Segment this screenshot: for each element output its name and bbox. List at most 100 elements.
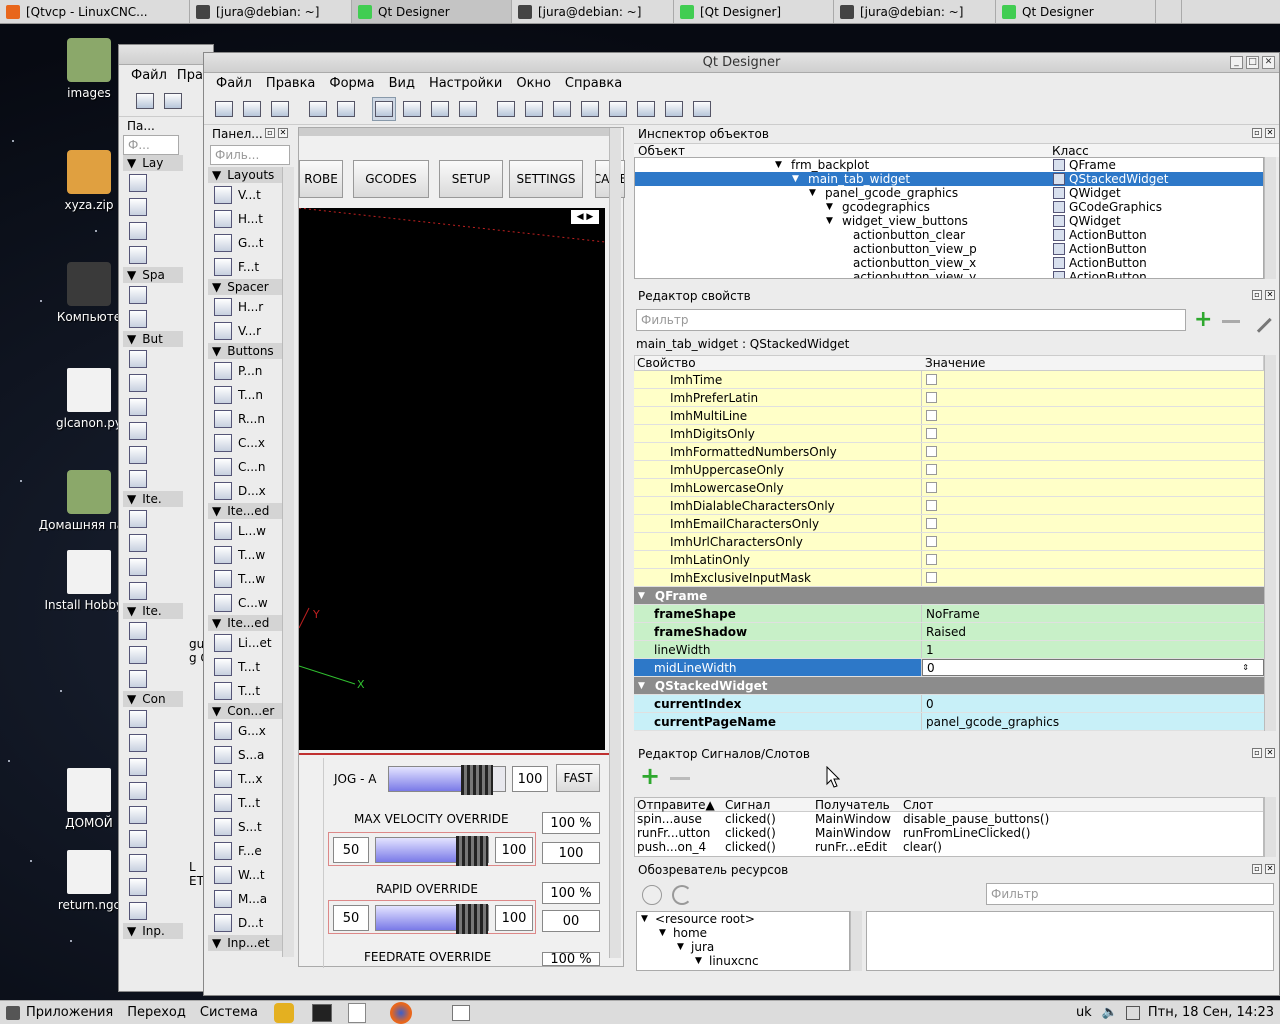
property-value-cell[interactable] <box>922 461 1264 478</box>
widget-item[interactable]: T...t <box>208 791 282 815</box>
property-group-header[interactable]: ▼ QStackedWidget <box>634 677 1264 694</box>
property-row[interactable]: lineWidth 1 <box>634 641 1264 659</box>
resource-tree[interactable]: ▼ <resource root> ▼ home ▼ jura ▼ linuxcnc <box>636 911 850 971</box>
property-row[interactable]: ImhLatinOnly <box>634 551 1264 569</box>
flag-checkbox[interactable] <box>926 554 937 565</box>
widget-category[interactable]: ▼ Inp...et <box>208 935 282 951</box>
background-category[interactable]: ▼ Lay <box>123 155 183 171</box>
property-row[interactable]: ImhLowercaseOnly <box>634 479 1264 497</box>
background-widget-item[interactable] <box>123 851 183 875</box>
widget-item[interactable]: T...t <box>208 679 282 703</box>
widget-item[interactable]: G...t <box>208 231 282 255</box>
resource-tree-row[interactable]: ▼ linuxcnc <box>637 954 849 968</box>
maximize-icon[interactable]: □ <box>1246 56 1259 69</box>
connection-row[interactable]: runFr...utton clicked() MainWindow runFromL… <box>635 826 1263 840</box>
taskbar-button[interactable]: [jura@debian: ~] <box>512 0 674 23</box>
background-widget-item[interactable] <box>123 827 183 851</box>
background-filter-input[interactable]: Ф... <box>123 135 179 155</box>
float-icon[interactable]: ▫ <box>1252 290 1262 300</box>
value-column-header[interactable]: Значение <box>925 356 985 370</box>
connection-row[interactable]: push...on_4 clicked() runFr...eEdit clear() <box>635 840 1263 854</box>
jog-value[interactable]: 100 <box>512 766 548 792</box>
property-row[interactable]: ImhPreferLatin <box>634 389 1264 407</box>
flag-checkbox[interactable] <box>926 518 937 529</box>
clock[interactable]: Птн, 18 Сен, 14:23 <box>1148 1005 1274 1020</box>
property-row[interactable]: ImhUppercaseOnly <box>634 461 1264 479</box>
widget-item[interactable]: Li...et <box>208 631 282 655</box>
background-widget-item[interactable] <box>123 347 183 371</box>
property-filter-input[interactable]: Фильтр <box>636 309 1186 331</box>
widget-item[interactable]: M...a <box>208 887 282 911</box>
property-value-cell[interactable]: 0 <box>922 695 1264 712</box>
expand-arrow-icon[interactable]: ▼ <box>695 956 702 966</box>
resource-view[interactable] <box>866 911 1274 971</box>
widget-item[interactable]: V...t <box>208 183 282 207</box>
property-row[interactable]: ImhEmailCharactersOnly <box>634 515 1264 533</box>
property-value-cell[interactable]: 1 <box>922 641 1264 658</box>
maxvel-box[interactable]: 100 <box>542 842 600 864</box>
background-widget-item[interactable] <box>123 307 183 331</box>
widget-item[interactable]: C...n <box>208 455 282 479</box>
property-value-cell[interactable]: Raised <box>922 623 1264 640</box>
widget-item[interactable]: S...a <box>208 743 282 767</box>
property-row[interactable]: frameShadow Raised <box>634 623 1264 641</box>
widget-item[interactable]: T...n <box>208 383 282 407</box>
taskbar-button[interactable]: Qt Designer <box>352 0 512 23</box>
menu-file[interactable]: Файл <box>131 68 167 83</box>
property-row[interactable]: ImhExclusiveInputMask <box>634 569 1264 587</box>
object-tree-row[interactable]: ▼ main_tab_widget QStackedWidget <box>635 172 1263 186</box>
form-tab-button[interactable]: ROBE <box>299 160 343 198</box>
widget-item[interactable]: T...w <box>208 567 282 591</box>
connections-column-header[interactable]: Сигнал <box>725 798 770 812</box>
maxvel-max[interactable]: 100 <box>495 837 533 863</box>
property-row[interactable]: ▼ QFrame <box>634 587 1264 605</box>
property-value-cell[interactable] <box>922 497 1264 514</box>
property-row[interactable]: currentIndex 0 <box>634 695 1264 713</box>
background-category[interactable]: ▼ Inp. <box>123 923 183 939</box>
object-tree-row[interactable]: actionbutton_view_x ActionButton <box>635 256 1263 270</box>
float-icon[interactable]: ▫ <box>265 128 275 138</box>
split-horizontal-icon[interactable] <box>550 97 574 121</box>
rapid-box[interactable]: 00 <box>542 910 600 932</box>
taskbar-button[interactable]: Qt Designer <box>996 0 1156 23</box>
remove-property-icon[interactable] <box>1222 320 1240 323</box>
property-value-cell[interactable] <box>922 407 1264 424</box>
widget-category[interactable]: ▼ Layouts <box>208 167 282 183</box>
background-widget-item[interactable] <box>123 707 183 731</box>
widget-item[interactable]: C...x <box>208 431 282 455</box>
widget-category[interactable]: ▼ Buttons <box>208 343 282 359</box>
flag-checkbox[interactable] <box>926 410 937 421</box>
flag-checkbox[interactable] <box>926 392 937 403</box>
property-row[interactable]: ▼ QStackedWidget <box>634 677 1264 695</box>
background-widget-item[interactable] <box>123 507 183 531</box>
background-widget-item[interactable] <box>123 755 183 779</box>
open-icon[interactable] <box>161 89 185 113</box>
form-tab-button[interactable]: GCODES <box>353 160 429 198</box>
firefox-launcher-icon[interactable] <box>389 1001 412 1024</box>
background-widget-item[interactable] <box>123 899 183 923</box>
widget-box-scrollbar[interactable] <box>282 167 294 957</box>
property-row[interactable]: ImhFormattedNumbersOnly <box>634 443 1264 461</box>
object-tree-row[interactable]: ▼ panel_gcode_graphics QWidget <box>635 186 1263 200</box>
property-value-cell[interactable]: panel_gcode_graphics <box>922 713 1264 730</box>
fast-button[interactable]: FAST <box>556 764 600 792</box>
menu-item[interactable]: Окно <box>516 76 551 91</box>
property-value-cell[interactable] <box>922 551 1264 568</box>
edit-tab-order-icon[interactable] <box>456 97 480 121</box>
widget-item[interactable]: V...r <box>208 319 282 343</box>
show-desktop-icon[interactable] <box>451 1004 470 1021</box>
connections-column-header[interactable]: Слот <box>903 798 933 812</box>
widget-filter-input[interactable]: Филь... <box>210 145 290 165</box>
background-widget-item[interactable] <box>123 219 183 243</box>
remove-connection-icon[interactable] <box>670 777 690 780</box>
close-icon[interactable]: ✕ <box>1265 864 1275 874</box>
property-value-cell[interactable]: NoFrame <box>922 605 1264 622</box>
keyboard-layout[interactable]: uk <box>1076 1005 1092 1020</box>
class-column-header[interactable]: Класс <box>1052 144 1089 158</box>
layout-form-icon[interactable] <box>634 97 658 121</box>
menu-item[interactable]: Вид <box>389 76 415 91</box>
connections-column-header[interactable]: Получатель <box>815 798 890 812</box>
widget-item[interactable]: F...e <box>208 839 282 863</box>
object-tree-row[interactable]: ▼ frm_backplot QFrame <box>635 158 1263 172</box>
property-row[interactable]: currentPageName panel_gcode_graphics <box>634 713 1264 731</box>
